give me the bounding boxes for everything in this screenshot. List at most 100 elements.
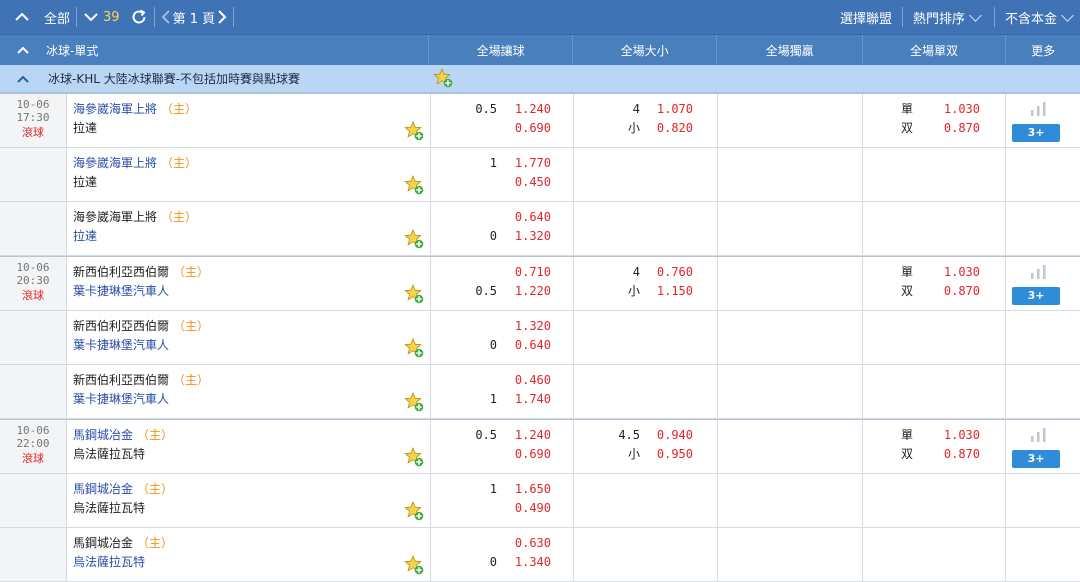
under-odds[interactable]: 小 0.820	[574, 119, 717, 138]
handicap-home-line: 0.5	[475, 428, 497, 442]
home-team[interactable]: 海參崴海軍上將 （主）	[73, 100, 430, 119]
page-indicator: 第 1 頁	[173, 0, 216, 34]
handicap-home[interactable]: 0.5 1.240	[431, 100, 573, 119]
collapse-all-button[interactable]	[14, 0, 30, 34]
stats-bar-icon[interactable]	[1028, 102, 1048, 116]
home-team-name: 馬鋼城冶金	[73, 428, 134, 442]
home-team[interactable]: 海參崴海軍上將 （主）	[73, 208, 430, 227]
next-page-button[interactable]	[217, 0, 227, 34]
under-odds[interactable]: 小 1.150	[574, 282, 717, 301]
sport-header[interactable]: 冰球-單式	[0, 35, 428, 65]
handicap-away-odds: 1.340	[514, 555, 551, 569]
handicap-away[interactable]: 0 0.640	[431, 336, 573, 355]
away-team[interactable]: 烏法薩拉瓦特	[73, 553, 430, 572]
handicap-away[interactable]: 0.490	[431, 499, 573, 518]
match-time: 22:00	[16, 437, 50, 450]
more-bets-button[interactable]: 3+	[1012, 450, 1060, 468]
handicap-home[interactable]: 0.460	[431, 371, 573, 390]
handicap-away-line: 1	[489, 392, 497, 406]
more-cell	[1005, 148, 1079, 201]
home-team[interactable]: 海參崴海軍上將 （主）	[73, 154, 430, 173]
handicap-away[interactable]: 1 1.740	[431, 390, 573, 409]
stake-dropdown[interactable]: 不含本金	[1001, 0, 1080, 34]
handicap-home[interactable]: 1.320	[431, 317, 573, 336]
handicap-home[interactable]: 0.710	[431, 263, 573, 282]
away-team[interactable]: 葉卡捷琳堡汽車人	[73, 390, 430, 409]
refresh-button[interactable]	[130, 0, 148, 34]
over-under-cell	[573, 148, 717, 201]
handicap-home[interactable]: 1 1.770	[431, 154, 573, 173]
favorite-star-icon[interactable]	[404, 392, 424, 412]
away-team[interactable]: 烏法薩拉瓦特	[73, 499, 430, 518]
home-tag: （主）	[161, 102, 198, 116]
favorite-star-icon[interactable]	[404, 229, 424, 249]
home-team[interactable]: 新西伯利亞西伯爾 （主）	[73, 263, 430, 282]
handicap-home[interactable]: 0.640	[431, 208, 573, 227]
teams-cell: 新西伯利亞西伯爾 （主） 葉卡捷琳堡汽車人	[66, 365, 430, 418]
handicap-home-odds: 0.710	[514, 265, 551, 279]
select-league-button[interactable]: 選擇聯盟	[836, 0, 896, 34]
home-team[interactable]: 馬鋼城冶金 （主）	[73, 534, 430, 553]
handicap-away[interactable]: 0.690	[431, 119, 573, 138]
handicap-away[interactable]: 0.690	[431, 445, 573, 464]
away-team[interactable]: 葉卡捷琳堡汽車人	[73, 336, 430, 355]
prev-page-button[interactable]	[161, 0, 171, 34]
over-odds[interactable]: 4.5 0.940	[574, 426, 717, 445]
away-team[interactable]: 葉卡捷琳堡汽車人	[73, 282, 430, 301]
stats-bar-icon[interactable]	[1028, 428, 1048, 442]
home-team[interactable]: 馬鋼城冶金 （主）	[73, 426, 430, 445]
favorite-star-icon[interactable]	[404, 175, 424, 195]
handicap-home[interactable]: 0.630	[431, 534, 573, 553]
even-odds[interactable]: 双 0.870	[863, 282, 1005, 301]
away-team-name: 拉達	[73, 229, 98, 243]
stats-bar-icon[interactable]	[1028, 265, 1048, 279]
home-team[interactable]: 馬鋼城冶金 （主）	[73, 480, 430, 499]
odd-odds[interactable]: 單 1.030	[863, 100, 1005, 119]
even-odds[interactable]: 双 0.870	[863, 119, 1005, 138]
home-team-name: 海參崴海軍上將	[73, 210, 158, 224]
handicap-away[interactable]: 0 1.340	[431, 553, 573, 572]
favorite-star-icon[interactable]	[404, 121, 424, 141]
chevron-left-icon	[161, 10, 170, 24]
home-team[interactable]: 新西伯利亞西伯爾 （主）	[73, 317, 430, 336]
home-tag: （主）	[161, 156, 198, 170]
more-bets-button[interactable]: 3+	[1012, 287, 1060, 305]
favorite-star-icon[interactable]	[404, 338, 424, 358]
away-team-name: 葉卡捷琳堡汽車人	[73, 392, 170, 406]
away-team[interactable]: 拉達	[73, 173, 430, 192]
league-row[interactable]: 冰球-KHL 大陸冰球聯賽-不包括加時賽與點球賽	[0, 65, 1080, 93]
away-team[interactable]: 烏法薩拉瓦特	[73, 445, 430, 464]
odd-odds[interactable]: 單 1.030	[863, 426, 1005, 445]
expand-list-button[interactable]: 39	[83, 0, 120, 34]
table-row: 海參崴海軍上將 （主） 拉達 0.640 0 1.320	[0, 202, 1080, 256]
table-row: 海參崴海軍上將 （主） 拉達 1 1.770 0.450	[0, 148, 1080, 202]
favorite-star-icon[interactable]	[404, 447, 424, 467]
favorite-star-icon[interactable]	[404, 284, 424, 304]
handicap-away[interactable]: 0.450	[431, 173, 573, 192]
odd-even-cell	[862, 528, 1005, 581]
handicap-home-odds: 0.460	[514, 373, 551, 387]
home-team[interactable]: 新西伯利亞西伯爾 （主）	[73, 371, 430, 390]
sort-dropdown[interactable]: 熱門排序	[909, 0, 988, 34]
favorite-league-icon[interactable]	[433, 68, 453, 88]
over-odds[interactable]: 4 0.760	[574, 263, 717, 282]
over-under-cell: 4.5 0.940 小 0.950	[573, 420, 717, 473]
more-bets-button[interactable]: 3+	[1012, 124, 1060, 142]
even-odds[interactable]: 双 0.870	[863, 445, 1005, 464]
favorite-star-icon[interactable]	[404, 501, 424, 521]
handicap-away[interactable]: 0 1.320	[431, 227, 573, 246]
handicap-home[interactable]: 1 1.650	[431, 480, 573, 499]
handicap-home[interactable]: 0.5 1.240	[431, 426, 573, 445]
away-team[interactable]: 拉達	[73, 227, 430, 246]
odd-odds[interactable]: 單 1.030	[863, 263, 1005, 282]
handicap-away[interactable]: 0.5 1.220	[431, 282, 573, 301]
handicap-home-line: 0.5	[475, 102, 497, 116]
all-filter-button[interactable]: 全部	[44, 0, 70, 34]
under-odds[interactable]: 小 0.950	[574, 445, 717, 464]
even-odds-odds: 0.870	[943, 284, 980, 298]
favorite-star-icon[interactable]	[404, 555, 424, 575]
handicap-home-line: 1	[489, 482, 497, 496]
over-odds[interactable]: 4 1.070	[574, 100, 717, 119]
away-team[interactable]: 拉達	[73, 119, 430, 138]
chevron-up-icon	[17, 75, 29, 83]
